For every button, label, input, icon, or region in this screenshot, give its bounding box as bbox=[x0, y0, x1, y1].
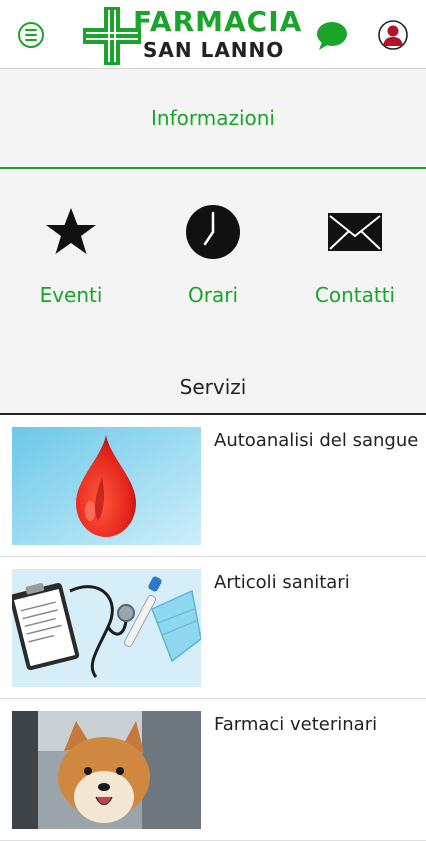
quick-link-contatti[interactable]: Contatti bbox=[284, 203, 426, 339]
service-item-autoanalisi[interactable]: Autoanalisi del sangue bbox=[0, 415, 426, 557]
quick-link-label: Orari bbox=[188, 283, 238, 307]
service-item-articoli[interactable]: Articoli sanitari bbox=[0, 557, 426, 699]
service-item-veterinari[interactable]: Farmaci veterinari bbox=[0, 699, 426, 841]
chat-bubble-icon[interactable] bbox=[316, 21, 348, 51]
service-label: Articoli sanitari bbox=[214, 572, 350, 593]
clock-icon bbox=[186, 205, 240, 259]
dog-image bbox=[12, 711, 201, 829]
service-list: Autoanalisi del sangue Articoli sanitari… bbox=[0, 415, 426, 841]
logo-text-farmacia: FARMACIA bbox=[133, 5, 303, 38]
quick-link-label: Contatti bbox=[314, 283, 396, 307]
info-section-title[interactable]: Informazioni bbox=[151, 106, 275, 130]
quick-link-orari[interactable]: Orari bbox=[142, 203, 284, 339]
medical-supplies-image bbox=[12, 569, 201, 687]
services-title: Servizi bbox=[179, 375, 247, 399]
hamburger-menu-icon[interactable] bbox=[18, 22, 44, 48]
blood-drop-image bbox=[12, 427, 201, 545]
logo-text-san-lanno: SAN LANNO bbox=[143, 38, 285, 62]
star-icon bbox=[46, 208, 96, 254]
services-header: Servizi bbox=[0, 339, 426, 415]
pharmacy-logo[interactable]: FARMACIA SAN LANNO bbox=[83, 7, 301, 65]
user-profile-icon[interactable] bbox=[378, 20, 408, 50]
service-label: Autoanalisi del sangue bbox=[214, 430, 419, 451]
envelope-icon bbox=[328, 213, 382, 251]
info-section: Informazioni bbox=[0, 69, 426, 169]
service-label: Farmaci veterinari bbox=[214, 714, 378, 735]
quick-links: Eventi Orari Contatti bbox=[0, 169, 426, 339]
quick-link-eventi[interactable]: Eventi bbox=[0, 203, 142, 339]
app-header: FARMACIA SAN LANNO bbox=[0, 0, 426, 69]
quick-link-label: Eventi bbox=[39, 283, 103, 307]
